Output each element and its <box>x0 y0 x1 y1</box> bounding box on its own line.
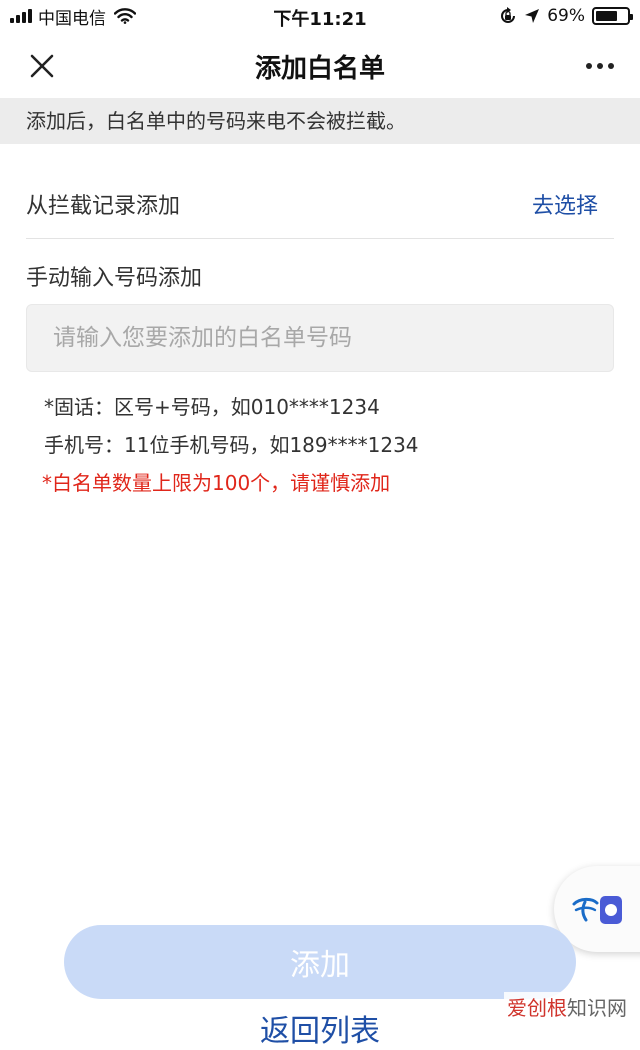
landline-hint: *固话：区号+号码，如010****1234 <box>44 395 380 419</box>
more-options-button[interactable] <box>578 46 622 86</box>
more-horizontal-icon <box>586 63 592 69</box>
notice-banner: 添加后，白名单中的号码来电不会被拦截。 <box>0 98 640 144</box>
phone-number-input[interactable] <box>26 304 614 372</box>
nav-bar: 添加白名单 <box>0 34 640 98</box>
page-title: 添加白名单 <box>254 54 385 84</box>
manual-input-label: 手动输入号码添加 <box>26 266 203 291</box>
location-arrow-icon <box>525 9 540 23</box>
orientation-lock-icon <box>501 7 516 23</box>
close-icon <box>30 54 54 78</box>
watermark-brand: 爱创根 <box>507 996 567 1020</box>
divider <box>26 238 614 239</box>
assistant-avatar-icon <box>600 896 622 924</box>
battery-percent: 69% <box>547 6 585 26</box>
close-button[interactable] <box>22 46 62 86</box>
battery-cap <box>630 14 633 20</box>
select-from-records-link[interactable]: 去选择 <box>532 188 598 220</box>
watermark-suffix: 知识网 <box>567 996 627 1020</box>
watermark: 爱创根知识网 <box>504 992 630 1021</box>
from-records-label: 从拦截记录添加 <box>26 194 181 219</box>
from-records-row: 从拦截记录添加 去选择 <box>0 172 640 238</box>
status-bar: 中国电信 下午11:21 69% <box>0 0 640 34</box>
mobile-hint: 手机号：11位手机号码，如189****1234 <box>44 433 419 457</box>
china-telecom-logo-icon <box>572 897 599 922</box>
battery-icon <box>592 7 633 25</box>
add-button[interactable]: 添加 <box>64 925 576 999</box>
limit-warning: *白名单数量上限为100个，请谨慎添加 <box>42 471 391 495</box>
status-right: 69% <box>499 5 633 27</box>
battery-fill <box>596 11 617 21</box>
